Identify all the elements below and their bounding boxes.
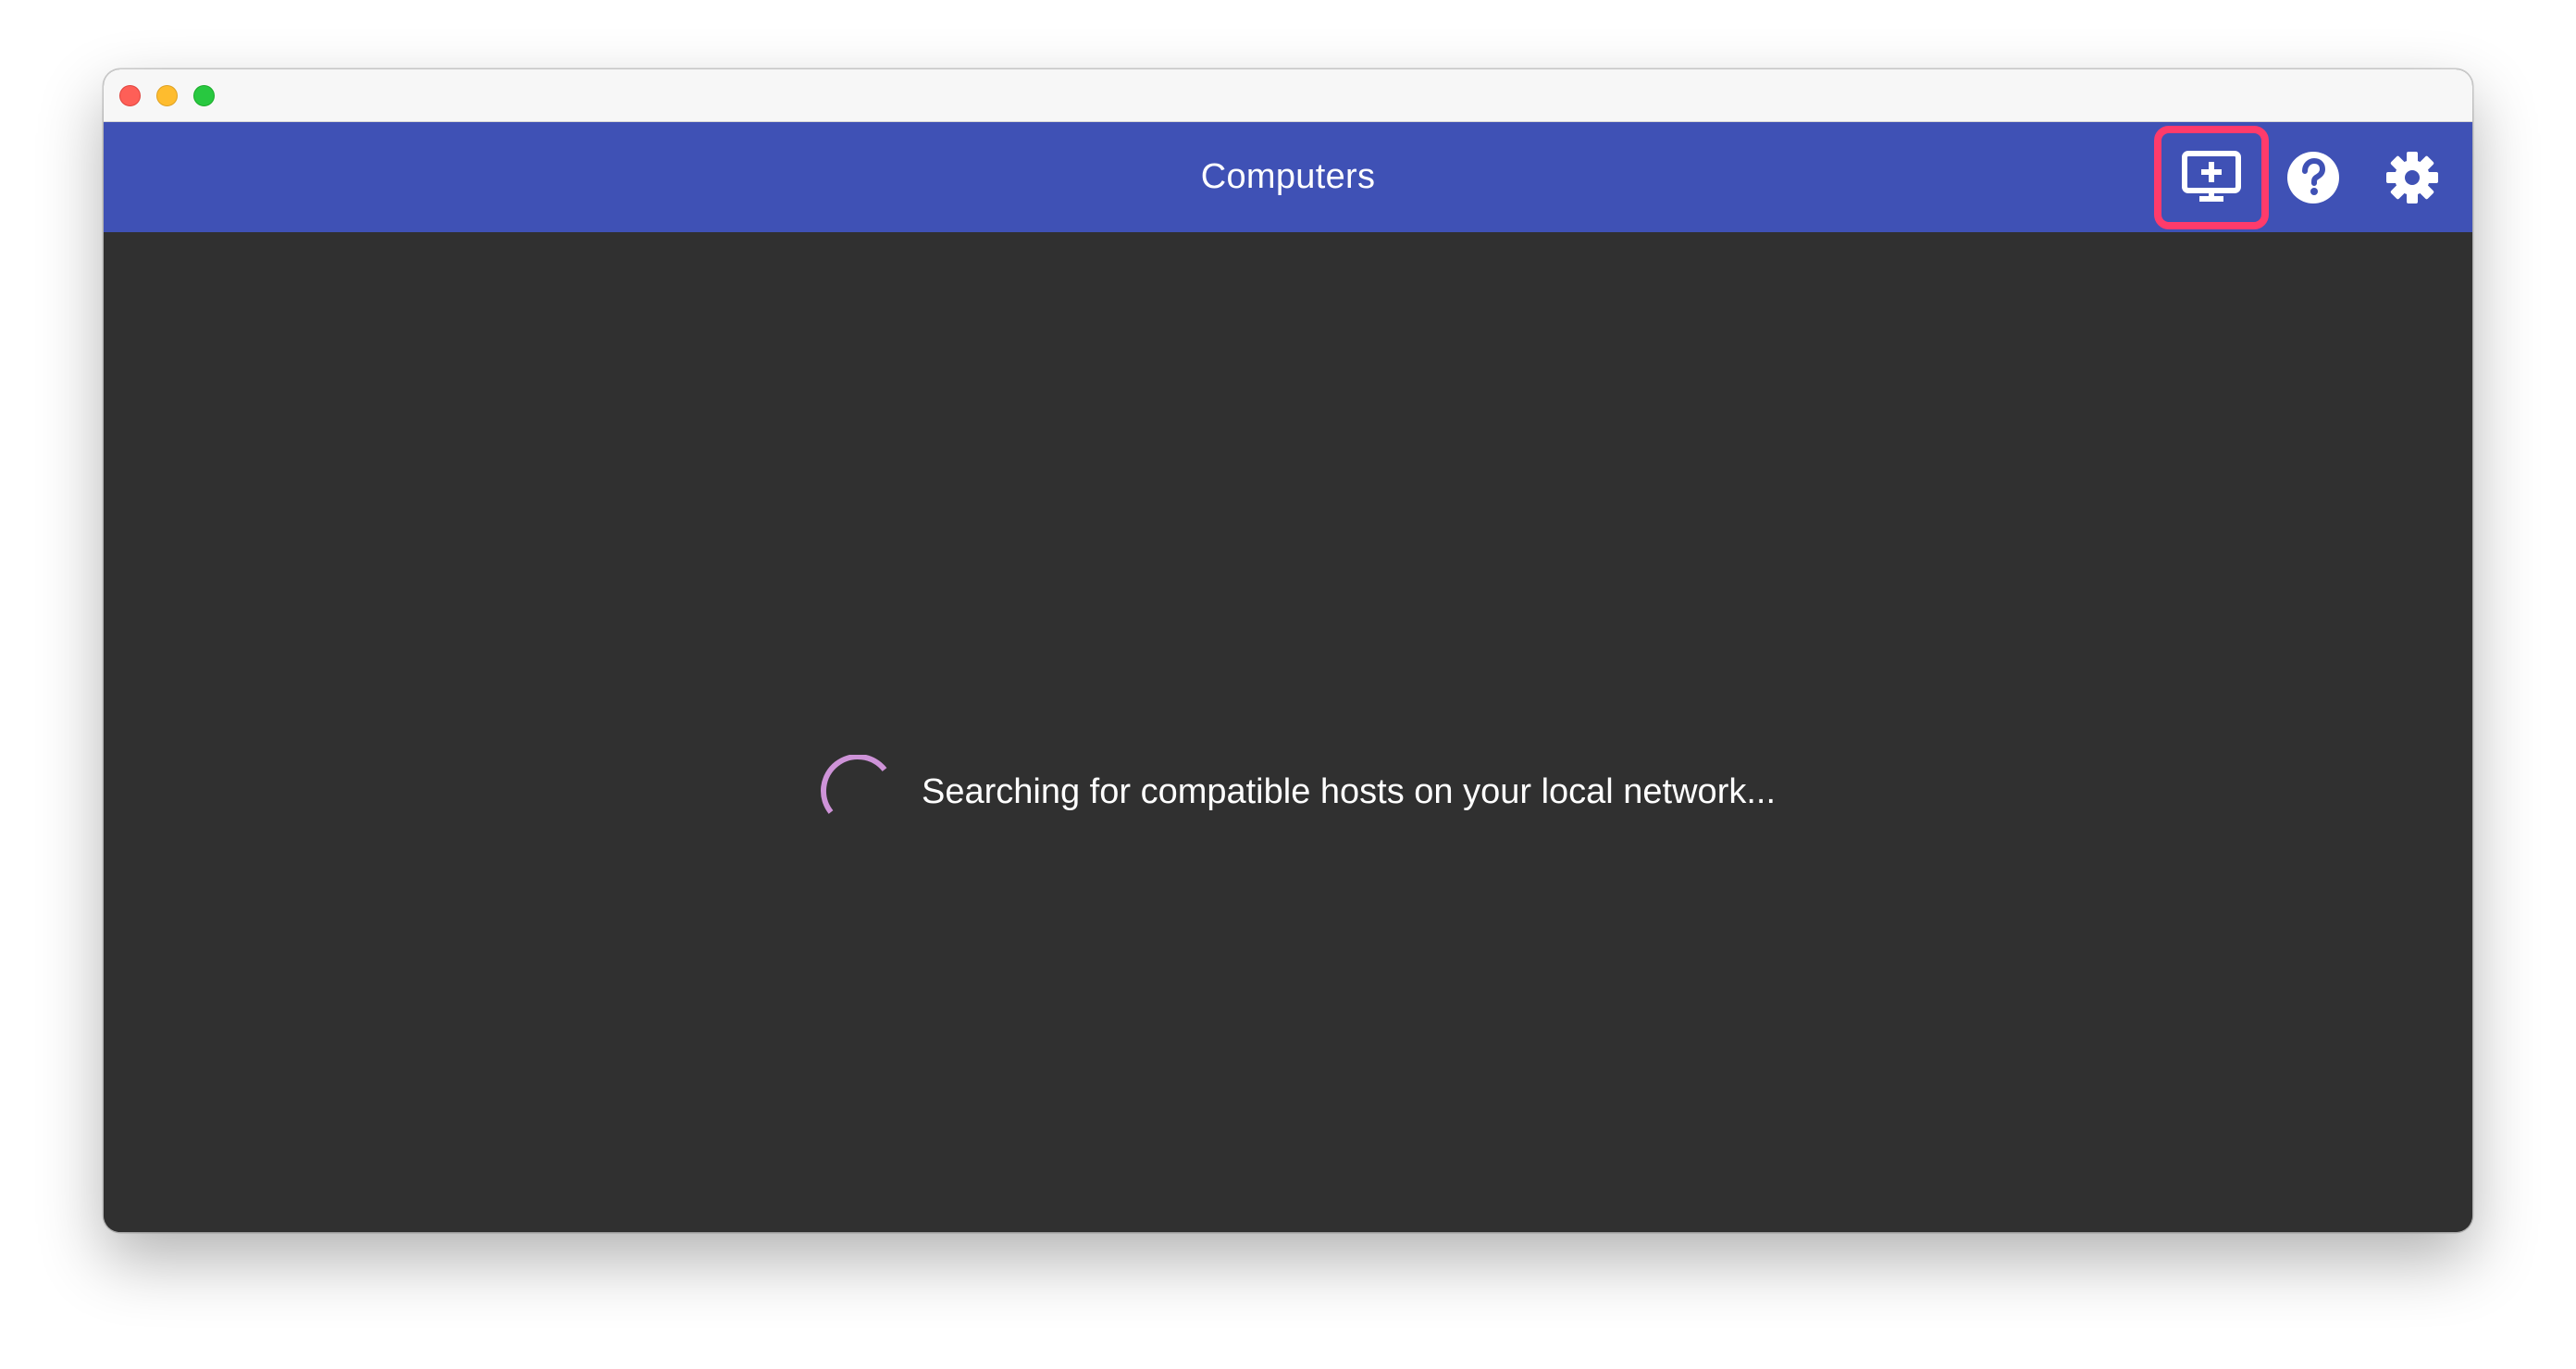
help-button[interactable] <box>2256 126 2371 229</box>
add-computer-button[interactable] <box>2154 126 2269 229</box>
minimize-window-button[interactable] <box>156 85 178 106</box>
app-window: Computers Searching for compatible hosts… <box>104 69 2472 1232</box>
loading-spinner-icon <box>820 755 887 814</box>
close-window-button[interactable] <box>119 85 141 106</box>
settings-button[interactable] <box>2355 126 2470 229</box>
help-circle-icon <box>2287 152 2339 204</box>
search-status: Searching for compatible hosts on your l… <box>820 755 1776 829</box>
page-title: Computers <box>1200 157 1376 196</box>
search-status-text: Searching for compatible hosts on your l… <box>922 771 1777 811</box>
maximize-window-button[interactable] <box>193 85 215 106</box>
gear-icon <box>2386 152 2438 204</box>
monitor-plus-icon <box>2182 151 2241 202</box>
main-content: Searching for compatible hosts on your l… <box>104 232 2472 1232</box>
window-titlebar[interactable] <box>104 69 2472 122</box>
app-bar: Computers <box>104 122 2472 232</box>
